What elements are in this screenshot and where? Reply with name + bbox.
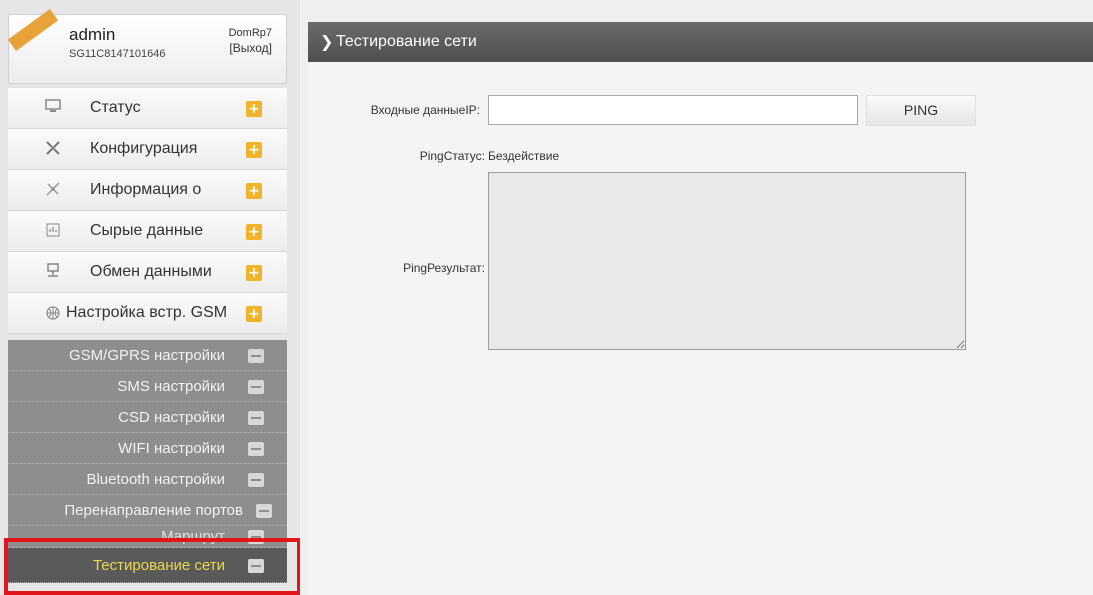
menu-item-label: Конфигурация: [90, 140, 198, 157]
expand-plus-icon[interactable]: +: [246, 183, 262, 199]
tools-icon: [44, 140, 62, 158]
menu-item-info[interactable]: Информация о +: [8, 170, 287, 211]
menu-item-label: Информация о: [90, 181, 202, 198]
ip-label: Входные данныеIP:: [370, 103, 480, 117]
collapse-minus-icon[interactable]: [248, 411, 264, 425]
raw-data-icon: [44, 222, 62, 240]
monitor-icon: [44, 99, 62, 117]
menu-item-data-exchange[interactable]: Обмен данными +: [8, 252, 287, 293]
sub-item-label: Перенаправление портов: [64, 502, 243, 519]
info-tools-icon: [44, 181, 62, 199]
collapse-minus-icon[interactable]: [248, 530, 264, 544]
status-label: PingСтатус:: [419, 149, 485, 163]
logout-link[interactable]: [Выход]: [229, 41, 272, 55]
result-textarea[interactable]: [488, 172, 966, 350]
sub-item-gsm-gprs[interactable]: GSM/GPRS настройки: [8, 340, 287, 371]
chevron-right-icon: ❯: [320, 32, 334, 51]
ping-form: Входные данныеIP: PING PingСтатус: Безде…: [308, 62, 1093, 595]
page-header: ❯ Тестирование сети: [308, 22, 1093, 62]
page-title: Тестирование сети: [336, 33, 477, 50]
sub-item-label: SMS настройки: [117, 378, 225, 395]
sub-item-port-forwarding[interactable]: Перенаправление портов: [8, 495, 287, 526]
main-content: ❯ Тестирование сети Входные данныеIP: PI…: [300, 0, 1093, 595]
result-label: PingРезультат:: [403, 261, 485, 275]
sub-item-label: Bluetooth настройки: [86, 471, 225, 488]
menu-item-raw-data[interactable]: Сырые данные +: [8, 211, 287, 252]
app-root: admin SG11C8147101646 DomRp7 [Выход] Ста…: [0, 0, 1093, 595]
collapse-minus-icon[interactable]: [248, 349, 264, 363]
globe-icon: [44, 305, 62, 323]
collapse-minus-icon[interactable]: [248, 380, 264, 394]
menu-item-status[interactable]: Статус +: [8, 88, 287, 129]
sub-item-bluetooth[interactable]: Bluetooth настройки: [8, 464, 287, 495]
sub-item-csd[interactable]: CSD настройки: [8, 402, 287, 433]
ip-input[interactable]: [488, 95, 858, 125]
ping-button[interactable]: PING: [866, 95, 976, 126]
status-value: Бездействие: [488, 149, 560, 163]
sub-item-label: GSM/GPRS настройки: [68, 347, 225, 364]
gsm-submenu: GSM/GPRS настройки SMS настройки CSD нас…: [8, 340, 287, 583]
ribbon-badge: [7, 9, 59, 51]
collapse-minus-icon[interactable]: [256, 504, 272, 518]
collapse-minus-icon[interactable]: [248, 442, 264, 456]
sub-item-label: Тестирование сети: [92, 557, 225, 574]
expand-plus-icon[interactable]: +: [246, 142, 262, 158]
menu-item-label: Сырые данные: [90, 222, 204, 239]
menu-item-label: Обмен данными: [90, 263, 212, 280]
menu-item-gsm-settings[interactable]: Настройка встр. GSM +: [8, 293, 287, 334]
collapse-minus-icon[interactable]: [248, 473, 264, 487]
sub-item-sms[interactable]: SMS настройки: [8, 371, 287, 402]
expand-plus-icon[interactable]: +: [246, 224, 262, 240]
sub-item-wifi[interactable]: WIFI настройки: [8, 433, 287, 464]
sub-item-network-test[interactable]: Тестирование сети: [8, 548, 287, 583]
menu-item-label: Настройка встр. GSM: [66, 304, 228, 321]
collapse-minus-icon[interactable]: [248, 559, 264, 573]
expand-plus-icon[interactable]: +: [246, 265, 262, 281]
sub-item-label: Маршрут: [161, 528, 225, 545]
user-name: admin: [69, 25, 116, 44]
sidebar: admin SG11C8147101646 DomRp7 [Выход] Ста…: [0, 0, 301, 595]
sub-item-route[interactable]: Маршрут: [8, 526, 287, 548]
device-serial: SG11C8147101646: [69, 48, 166, 60]
menu-item-config[interactable]: Конфигурация +: [8, 129, 287, 170]
user-panel: admin SG11C8147101646 DomRp7 [Выход]: [7, 9, 287, 84]
sub-item-label: CSD настройки: [118, 409, 225, 426]
sub-item-label: WIFI настройки: [118, 440, 225, 457]
expand-plus-icon[interactable]: +: [246, 101, 262, 117]
expand-plus-icon[interactable]: +: [246, 306, 262, 322]
device-host: DomRp7: [228, 27, 272, 39]
network-icon: [44, 263, 62, 281]
menu-item-label: Статус: [90, 99, 141, 116]
main-menu: Статус + Конфигурация + Информация о + С…: [8, 88, 287, 334]
